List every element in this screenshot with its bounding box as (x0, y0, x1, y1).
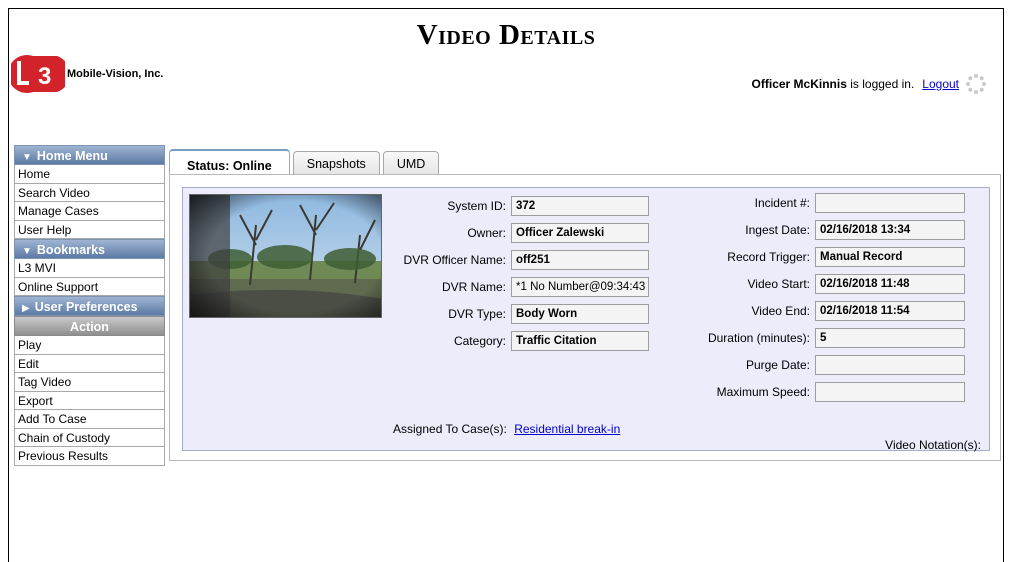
logout-link[interactable]: Logout (922, 77, 959, 91)
duration-field: Duration (minutes): 5 (685, 328, 965, 348)
action-item-play[interactable]: Play (14, 336, 165, 355)
user-preferences-label: User Preferences (34, 300, 138, 314)
sidebar-item-manage-cases[interactable]: Manage Cases (14, 202, 165, 221)
tab-snapshots[interactable]: Snapshots (292, 151, 380, 175)
duration-label: Duration (minutes): (707, 331, 810, 345)
svg-text:3: 3 (38, 63, 51, 90)
dvr-officer-name-value: off251 (511, 250, 649, 270)
action-header: Action (14, 316, 165, 336)
system-id-field: System ID: 372 (303, 196, 649, 216)
dvr-name-value: *1 No Number@09:34:43 (511, 277, 649, 297)
video-details-box: System ID: 372 Owner: Officer Zalewski D… (182, 187, 990, 452)
sidebar-item-search-video[interactable]: Search Video (14, 183, 165, 202)
dvr-officer-name-field: DVR Officer Name: off251 (303, 250, 649, 270)
record-trigger-value: Manual Record (815, 247, 965, 267)
maximum-speed-label: Maximum Speed: (716, 385, 810, 399)
owner-label: Owner: (467, 226, 506, 240)
owner-value: Officer Zalewski (511, 223, 649, 243)
triangle-down-icon: ▼ (22, 152, 32, 163)
action-item-tag-video[interactable]: Tag Video (14, 373, 165, 392)
logged-in-user: Officer McKinnis (751, 77, 847, 91)
purge-date-value (815, 355, 965, 375)
maximum-speed-value (815, 382, 965, 402)
action-item-export[interactable]: Export (14, 391, 165, 410)
bookmarks-label: Bookmarks (36, 243, 105, 257)
incident-field: Incident #: (685, 193, 965, 213)
home-menu-header[interactable]: ▼ Home Menu (14, 145, 165, 165)
sidebar: ▼ Home Menu Home Search Video Manage Case… (14, 145, 165, 466)
duration-value: 5 (815, 328, 965, 348)
purge-date-label: Purge Date: (745, 358, 810, 372)
dvr-type-field: DVR Type: Body Worn (303, 304, 649, 324)
l3-logo-icon: 3 (11, 55, 65, 93)
sidebar-item-user-help[interactable]: User Help (14, 220, 165, 239)
tab-status-online[interactable]: Status: Online (169, 149, 290, 176)
page-frame: Video Details 3 Mobile-Vision, Inc. Offi… (8, 8, 1004, 562)
category-value: Traffic Citation (511, 331, 649, 351)
sidebar-item-l3-mvi[interactable]: L3 MVI (14, 259, 165, 278)
purge-date-field: Purge Date: (685, 355, 965, 375)
home-menu-label: Home Menu (36, 149, 108, 163)
maximum-speed-field: Maximum Speed: (685, 382, 965, 402)
video-end-value: 02/16/2018 11:54 (815, 301, 965, 321)
triangle-right-icon: ▶ (22, 303, 30, 314)
incident-value (815, 193, 965, 213)
ingest-date-field: Ingest Date: 02/16/2018 13:34 (685, 220, 965, 240)
login-status: Officer McKinnis is logged in. Logout (752, 73, 987, 95)
bookmarks-header[interactable]: ▼ Bookmarks (14, 239, 165, 259)
video-notations-label: Video Notation(s): (885, 438, 981, 452)
category-field: Category: Traffic Citation (303, 331, 649, 351)
action-item-previous-results[interactable]: Previous Results (14, 447, 165, 466)
triangle-down-icon: ▼ (22, 246, 32, 257)
status-panel: System ID: 372 Owner: Officer Zalewski D… (169, 174, 1001, 461)
company-name: Mobile-Vision, Inc. (67, 68, 164, 80)
video-start-value: 02/16/2018 11:48 (815, 274, 965, 294)
incident-label: Incident #: (754, 196, 810, 210)
assigned-cases-label: Assigned To Case(s): (393, 422, 507, 436)
logged-in-text: is logged in. (846, 77, 915, 91)
dvr-name-field: DVR Name: *1 No Number@09:34:43 (303, 277, 649, 297)
dvr-type-value: Body Worn (511, 304, 649, 324)
dvr-officer-name-label: DVR Officer Name: (403, 253, 506, 267)
sidebar-item-home[interactable]: Home (14, 165, 165, 184)
owner-field: Owner: Officer Zalewski (303, 223, 649, 243)
page-title: Video Details (416, 19, 596, 51)
detail-tabs: Status: Online Snapshots UMD (169, 148, 442, 176)
system-id-label: System ID: (447, 199, 506, 213)
user-preferences-header[interactable]: ▶ User Preferences (14, 296, 165, 316)
company-logo: 3 Mobile-Vision, Inc. (11, 53, 163, 95)
tab-umd[interactable]: UMD (382, 151, 440, 175)
sidebar-item-online-support[interactable]: Online Support (14, 277, 165, 296)
action-item-add-to-case[interactable]: Add To Case (14, 410, 165, 429)
dvr-type-label: DVR Type: (448, 307, 506, 321)
video-start-label: Video Start: (747, 277, 810, 291)
loading-spinner-icon (966, 74, 986, 94)
dvr-name-label: DVR Name: (441, 280, 506, 294)
video-end-field: Video End: 02/16/2018 11:54 (685, 301, 965, 321)
assigned-cases: Assigned To Case(s): Residential break-i… (393, 422, 620, 436)
system-id-value: 372 (511, 196, 649, 216)
action-item-edit[interactable]: Edit (14, 354, 165, 373)
case-link-residential-break-in[interactable]: Residential break-in (514, 422, 620, 436)
video-start-field: Video Start: 02/16/2018 11:48 (685, 274, 965, 294)
video-end-label: Video End: (751, 304, 811, 318)
category-label: Category: (453, 334, 506, 348)
ingest-date-value: 02/16/2018 13:34 (815, 220, 965, 240)
ingest-date-label: Ingest Date: (745, 223, 810, 237)
record-trigger-label: Record Trigger: (727, 250, 810, 264)
record-trigger-field: Record Trigger: Manual Record (685, 247, 965, 267)
action-item-chain-of-custody[interactable]: Chain of Custody (14, 428, 165, 447)
